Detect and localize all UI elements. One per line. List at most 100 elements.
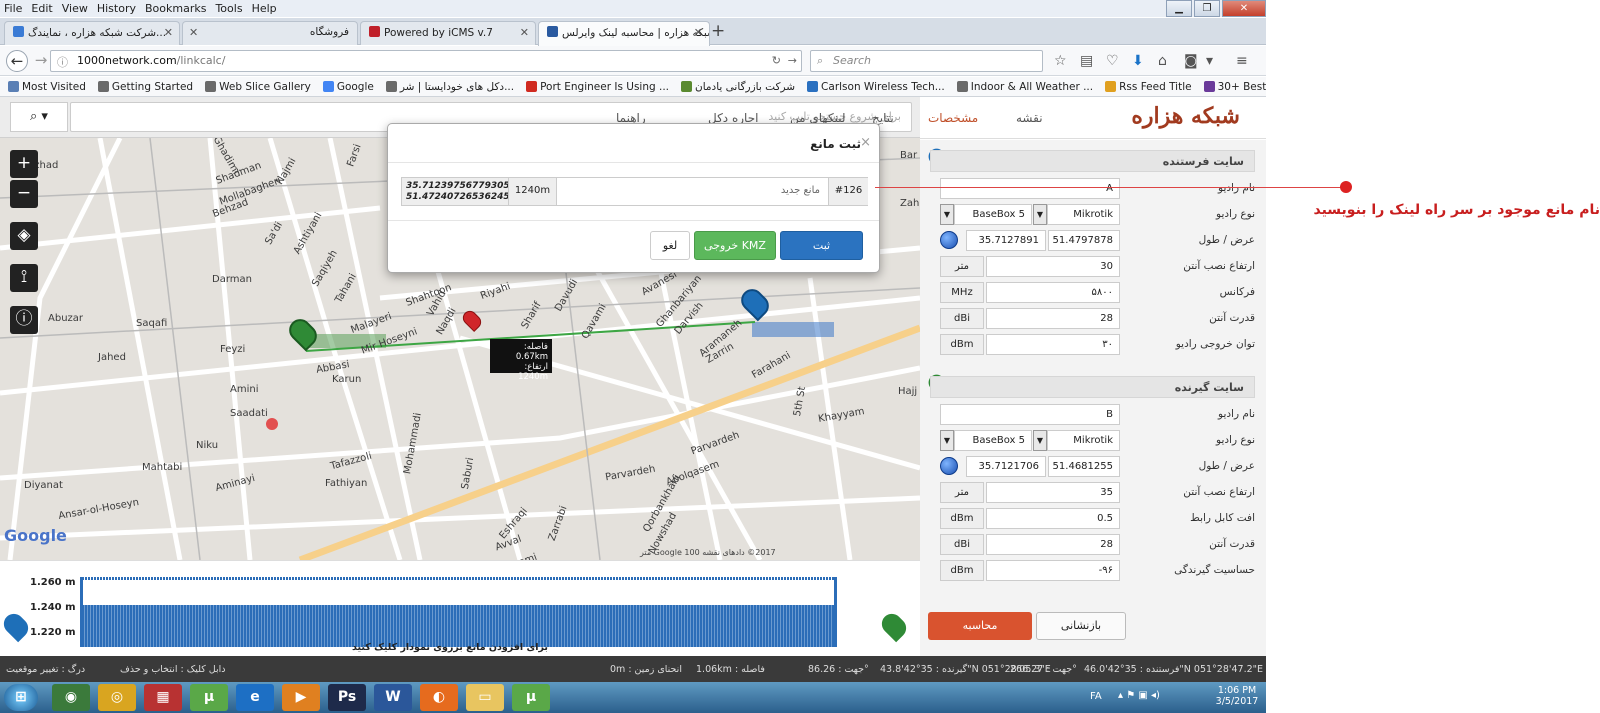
url-bar[interactable]: ⓘ 1000network.com/linkcalc/ ↻ →	[50, 50, 802, 72]
back-icon[interactable]: ←	[6, 50, 28, 72]
chevron-down-icon[interactable]: ▼	[940, 204, 954, 225]
bookmark-item[interactable]: Rss Feed Title	[1105, 81, 1192, 93]
tab-2[interactable]: فروشگاه ✕	[182, 21, 358, 45]
bookmark-item[interactable]: Carlson Wireless Tech...	[807, 81, 945, 93]
submit-button[interactable]: ثبت	[780, 231, 863, 260]
reload-icon[interactable]: ↻	[772, 54, 781, 67]
menu-view[interactable]: View	[62, 2, 88, 15]
pocket-icon[interactable]: ♡	[1106, 53, 1119, 69]
overflow-icon[interactable]: ▾	[1206, 53, 1213, 69]
new-tab-icon[interactable]: +	[711, 21, 725, 41]
receiver-antenna-height-input[interactable]: 35	[986, 482, 1120, 503]
bookmark-item[interactable]: Indoor & All Weather ...	[956, 81, 1093, 93]
info-icon[interactable]: ⓘ	[57, 54, 68, 70]
chevron-down-icon[interactable]: ▼	[940, 430, 954, 451]
reset-button[interactable]: بازنشانی	[1036, 612, 1126, 640]
bookmark-item[interactable]: Web Slice Gallery	[205, 81, 311, 93]
receiver-sensitivity-input[interactable]: -۹۶	[986, 560, 1120, 581]
menu-bookmarks[interactable]: Bookmarks	[145, 2, 206, 15]
bookmark-item[interactable]: Getting Started	[97, 81, 193, 93]
clock[interactable]: 1:06 PM 3/5/2017	[1212, 685, 1262, 707]
hamburger-menu-icon[interactable]: ≡	[1236, 53, 1248, 69]
menu-help[interactable]: Help	[252, 2, 277, 15]
receiver-radio-name-input[interactable]: B	[940, 404, 1120, 425]
photoshop-icon[interactable]: Ps	[328, 684, 366, 711]
receiver-lng-input[interactable]: 51.4681255	[1048, 456, 1120, 477]
receiver-model-select[interactable]: BaseBox 5	[954, 430, 1032, 451]
obstacle-name-input[interactable]: مانع جدید	[556, 178, 828, 205]
sender-brand-select[interactable]: Mikrotik	[1047, 204, 1120, 225]
zoom-out-button[interactable]: −	[10, 180, 38, 208]
menu-edit[interactable]: Edit	[31, 2, 52, 15]
search-input[interactable]: ⌕ Search	[810, 50, 1043, 72]
receiver-brand-select[interactable]: Mikrotik	[1047, 430, 1120, 451]
globe-icon[interactable]	[940, 457, 958, 475]
bookmark-item[interactable]: Google	[322, 81, 374, 93]
forward-icon[interactable]: →	[30, 50, 52, 72]
globe-icon[interactable]	[940, 231, 958, 249]
close-window-icon[interactable]: ✕	[1222, 0, 1266, 17]
sender-model-select[interactable]: BaseBox 5	[954, 204, 1032, 225]
utorrent-icon[interactable]: µ	[512, 684, 550, 711]
bookmark-star-icon[interactable]: ☆	[1054, 53, 1067, 69]
google-earth-icon[interactable]: ◉	[52, 684, 90, 711]
sender-radio-name-input[interactable]: A	[940, 178, 1120, 199]
chrome-icon[interactable]: ◎	[98, 684, 136, 711]
receiver-gain-input[interactable]: 28	[986, 534, 1120, 555]
tray-icons[interactable]: ▴ ⚑ ▣ ◂)	[1118, 690, 1160, 701]
file-explorer-icon[interactable]: ▭	[466, 684, 504, 711]
chevron-down-icon[interactable]: ▼	[1033, 430, 1047, 451]
layers-icon[interactable]: ◈	[10, 222, 38, 250]
export-kmz-button[interactable]: خروجی KMZ	[694, 231, 776, 260]
close-tab-icon[interactable]: ✕	[694, 26, 703, 39]
receiver-lat-input[interactable]: 35.7121706	[966, 456, 1046, 477]
sender-antenna-height-input[interactable]: 30	[986, 256, 1120, 277]
tab-3[interactable]: Powered by iCMS v.7 ✕	[360, 21, 536, 45]
reading-list-icon[interactable]: ▤	[1080, 53, 1093, 69]
word-icon[interactable]: W	[374, 684, 412, 711]
menu-specs[interactable]: مشخصات	[928, 111, 978, 125]
zoom-in-button[interactable]: +	[10, 150, 38, 178]
firefox-icon[interactable]: ◐	[420, 684, 458, 711]
downloads-icon[interactable]: ⬇	[1132, 53, 1144, 69]
menu-history[interactable]: History	[97, 2, 136, 15]
menu-file[interactable]: File	[4, 2, 22, 15]
sender-lat-input[interactable]: 35.7127891	[966, 230, 1046, 251]
media-player-icon[interactable]: ▶	[282, 684, 320, 711]
app-icon[interactable]: ▦	[144, 684, 182, 711]
close-tab-icon[interactable]: ✕	[189, 26, 198, 39]
close-tab-icon[interactable]: ✕	[164, 26, 173, 39]
chevron-down-icon[interactable]: ▼	[1033, 204, 1047, 225]
close-tab-icon[interactable]: ✕	[520, 26, 529, 39]
bookmark-item[interactable]: شرکت بازرگانی یادمان	[681, 81, 795, 93]
info-icon[interactable]: ⓘ	[10, 306, 38, 334]
utorrent-icon[interactable]: µ	[190, 684, 228, 711]
bookmark-item[interactable]: دکل های خودایستا | شر...	[385, 81, 514, 93]
internet-explorer-icon[interactable]: e	[236, 684, 274, 711]
start-button[interactable]: ⊞	[4, 684, 38, 711]
receiver-cable-loss-input[interactable]: 0.5	[986, 508, 1120, 529]
menu-map[interactable]: نقشه	[1016, 111, 1043, 125]
bookmark-item[interactable]: Port Engineer Is Using ...	[526, 81, 669, 93]
close-icon[interactable]: ×	[860, 135, 871, 150]
minimize-icon[interactable]: ▁	[1166, 0, 1192, 17]
tab-4[interactable]: شبکه هزاره | محاسبه لینک وایرلس ✕	[538, 21, 710, 46]
elevation-profile[interactable]: 1.260 m 1.240 m 1.220 m برای افزودن مانع…	[0, 560, 920, 658]
tab-1[interactable]: شرکت شبکه هزاره ، نمایندگ... ✕	[4, 21, 180, 45]
menu-tools[interactable]: Tools	[215, 2, 242, 15]
sender-lng-input[interactable]: 51.4797878	[1048, 230, 1120, 251]
cancel-button[interactable]: لغو	[650, 231, 690, 260]
antenna-icon[interactable]: ⟟	[10, 264, 38, 292]
addon-icon[interactable]: ◙	[1184, 53, 1198, 69]
sender-gain-input[interactable]: 28	[986, 308, 1120, 329]
calculate-button[interactable]: محاسبه	[928, 612, 1032, 640]
language-indicator[interactable]: FA	[1090, 691, 1102, 702]
sender-power-input[interactable]: ۳۰	[986, 334, 1120, 355]
maximize-icon[interactable]: ❐	[1194, 0, 1220, 17]
go-icon[interactable]: →	[788, 54, 797, 67]
sender-frequency-input[interactable]: ۵۸۰۰	[986, 282, 1120, 303]
bookmark-item[interactable]: 30+ Best WordPress C...	[1203, 81, 1266, 93]
bookmark-item[interactable]: Most Visited	[8, 81, 86, 93]
map-search-button[interactable]: ⌕ ▾	[10, 102, 68, 132]
home-icon[interactable]: ⌂	[1158, 53, 1167, 69]
